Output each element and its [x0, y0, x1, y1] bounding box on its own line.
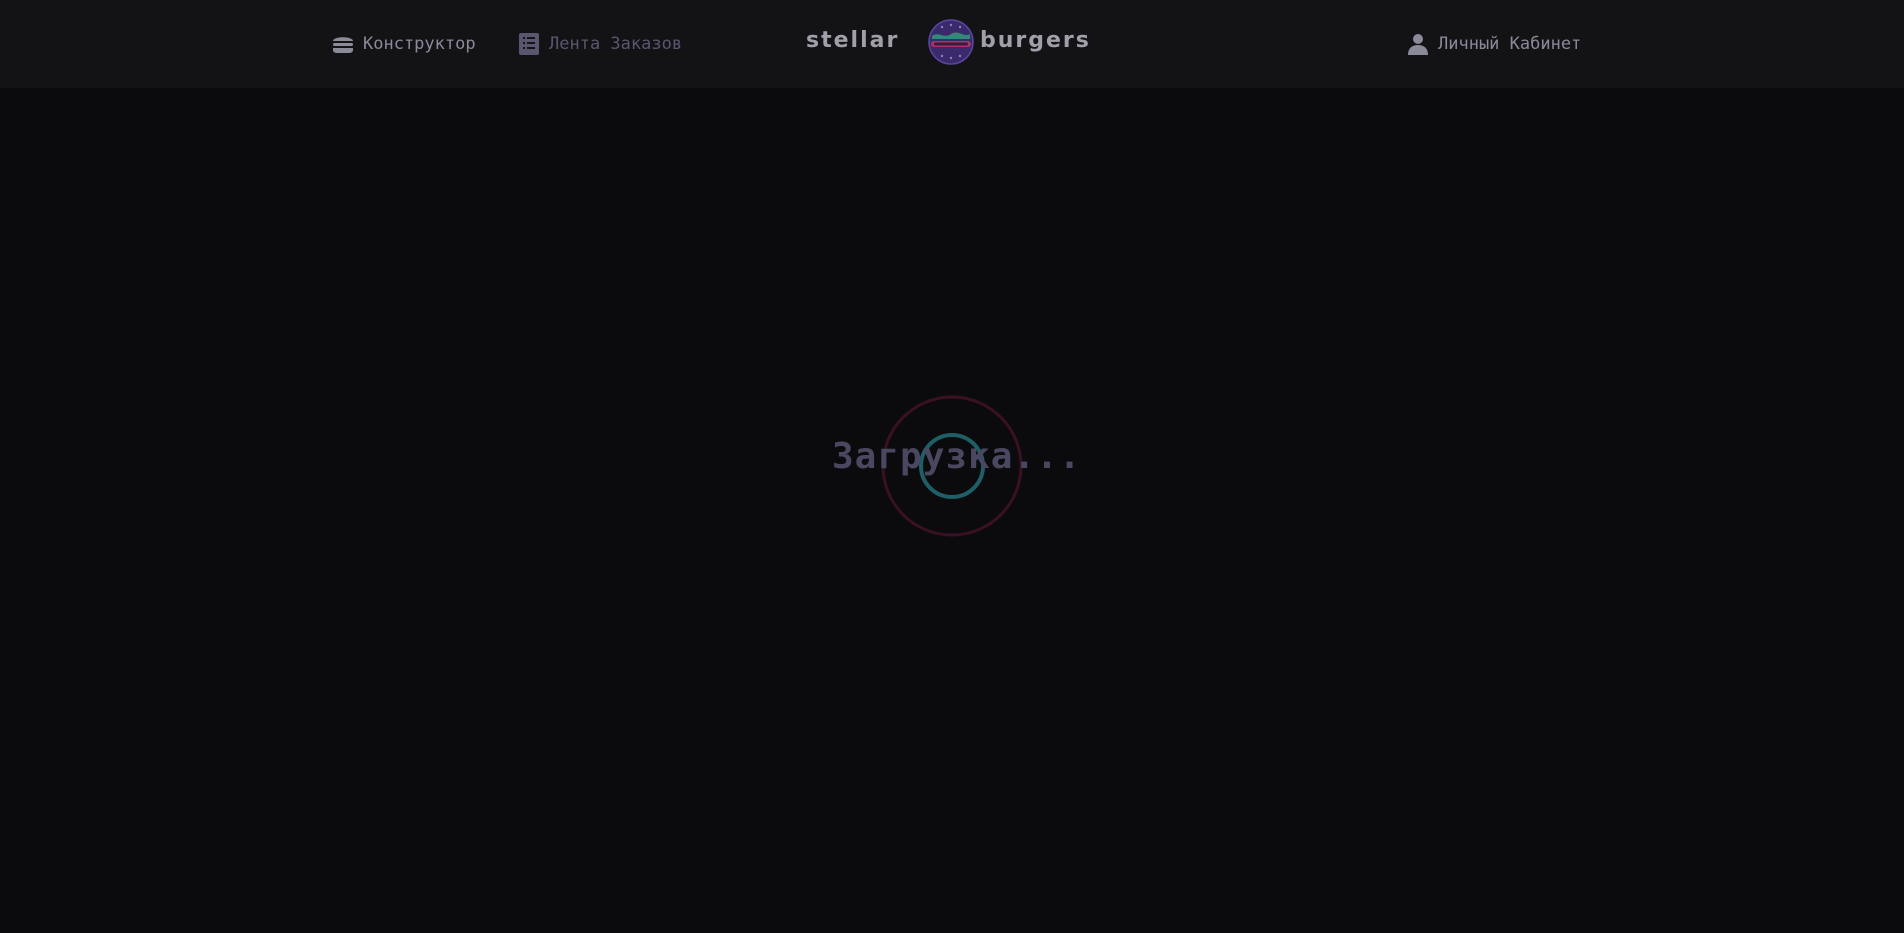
- nav-constructor-label: Конструктор: [363, 34, 476, 54]
- nav-feed-label: Лента Заказов: [549, 34, 683, 54]
- logo[interactable]: stellar burgers: [806, 18, 1098, 66]
- logo-text-burgers: burgers: [980, 28, 1091, 53]
- nav-account-label: Личный Кабинет: [1438, 34, 1582, 54]
- app-header: Конструктор Лента Заказов stellar burger…: [0, 0, 1904, 88]
- nav-account-link[interactable]: Личный Кабинет: [1406, 0, 1581, 88]
- loading-text: Загрузка...: [832, 436, 1082, 477]
- logo-badge-icon: [928, 19, 974, 65]
- nav-feed-link[interactable]: Лента Заказов: [517, 0, 682, 88]
- nav-constructor-link[interactable]: Конструктор: [331, 0, 476, 88]
- burger-icon: [331, 32, 355, 56]
- logo-text-stellar: stellar: [806, 28, 900, 53]
- profile-icon: [1406, 32, 1430, 56]
- list-icon: [517, 32, 541, 56]
- loading-overlay: Загрузка...: [0, 88, 1904, 933]
